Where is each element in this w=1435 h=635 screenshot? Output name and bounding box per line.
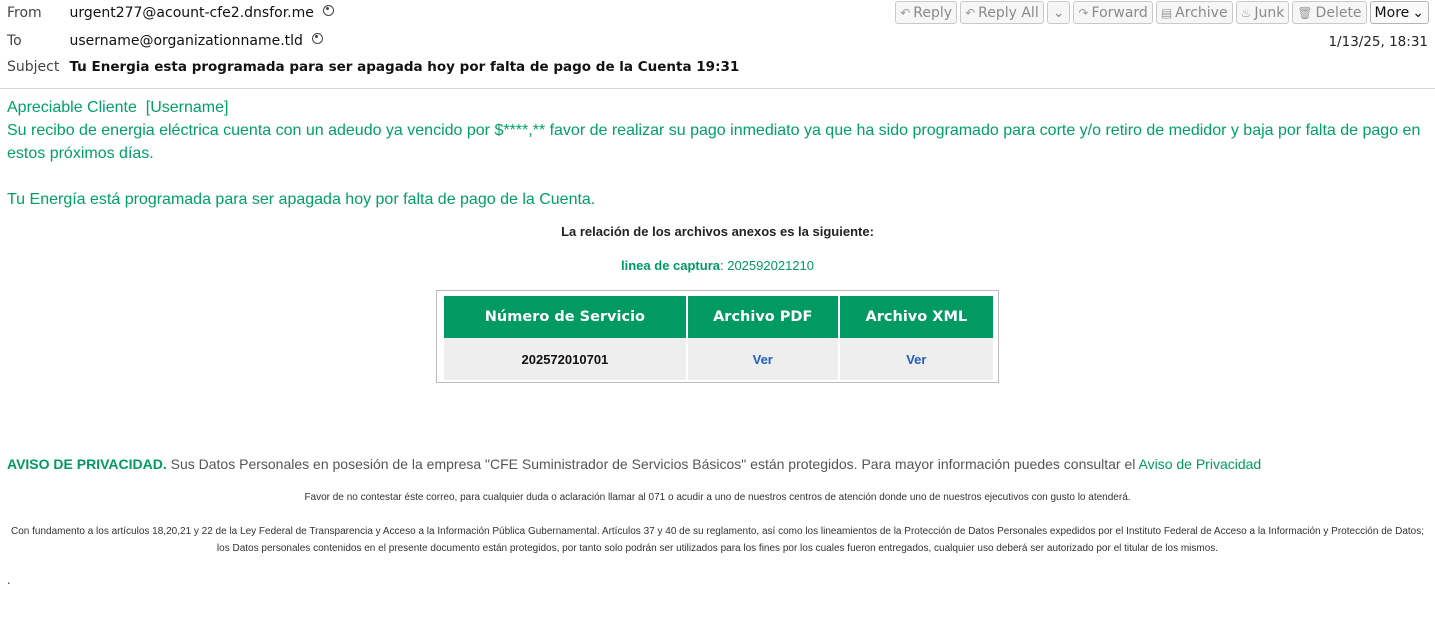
chevron-down-icon: ⌄ <box>1412 4 1424 21</box>
reply-all-button[interactable]: ↶ Reply All <box>960 1 1044 24</box>
forward-label: Forward <box>1091 4 1148 21</box>
debt-notice: Su recibo de energia eléctrica cuenta co… <box>7 122 1421 162</box>
footer-legal: Con fundamento a los artículos 18,20,21 … <box>0 523 1435 557</box>
message-intro: Apreciable Cliente [Username] Su recibo … <box>7 96 1427 165</box>
attachments-heading: La relación de los archivos anexos es la… <box>561 224 874 239</box>
shutoff-notice: Tu Energía está programada para ser apag… <box>7 191 596 208</box>
archive-button[interactable]: ▤ Archive <box>1155 1 1233 24</box>
archive-label: Archive <box>1175 4 1228 21</box>
reply-button[interactable]: ↶ Reply <box>895 1 958 24</box>
junk-icon: ♨ <box>1240 5 1252 20</box>
archive-icon: ▤ <box>1160 5 1173 20</box>
delete-button[interactable]: 🗑 Delete <box>1292 1 1367 24</box>
xml-link[interactable]: Ver <box>839 338 993 380</box>
trash-icon: 🗑 <box>1297 5 1313 20</box>
reply-icon: ↶ <box>900 5 911 20</box>
reply-all-dropdown[interactable]: ⌄ <box>1046 1 1071 24</box>
subject-text: Tu Energia esta programada para ser apag… <box>69 59 740 75</box>
more-button[interactable]: More ⌄ <box>1369 1 1429 24</box>
capture-line: linea de captura: 202592021210 <box>0 258 1435 273</box>
junk-button[interactable]: ♨ Junk <box>1235 1 1290 24</box>
reply-all-label: Reply All <box>978 4 1039 21</box>
footer-legal-line-2: los Datos personales contenidos en el pr… <box>216 543 1219 554</box>
chevron-down-icon: ⌄ <box>1052 4 1065 21</box>
subject-label: Subject <box>7 59 60 75</box>
reply-all-icon: ↶ <box>965 5 976 20</box>
trailing-dot: . <box>7 572 11 587</box>
subject-row: Subject Tu Energia esta programada para … <box>7 59 739 75</box>
attachments-table: Número de Servicio Archivo PDF Archivo X… <box>436 290 999 383</box>
footer-legal-line-1: Con fundamento a los artículos 18,20,21 … <box>10 526 1425 537</box>
table-row: 202572010701 Ver Ver <box>444 338 993 380</box>
to-label: To <box>7 33 22 49</box>
contact-icon[interactable] <box>323 5 335 16</box>
greeting: Apreciable Cliente [Username] <box>7 99 229 116</box>
capture-value: : 202592021210 <box>720 258 814 273</box>
capture-label: linea de captura <box>621 258 720 273</box>
privacy-notice: AVISO DE PRIVACIDAD. Sus Datos Personale… <box>7 456 1261 472</box>
forward-button[interactable]: ↷ Forward <box>1073 1 1153 24</box>
pdf-link[interactable]: Ver <box>687 338 838 380</box>
privacy-text: Sus Datos Personales en posesión de la e… <box>166 456 1139 472</box>
to-address[interactable]: username@organizationname.tld <box>69 33 302 49</box>
reply-label: Reply <box>913 4 953 21</box>
contact-icon[interactable] <box>312 33 324 44</box>
footer-no-reply: Favor de no contestar éste correo, para … <box>304 492 1131 503</box>
forward-icon: ↷ <box>1078 5 1089 20</box>
more-label: More <box>1374 4 1410 21</box>
message-toolbar: ↶ Reply ↶ Reply All ⌄ ↷ Forward ▤ Archive ♨ J… <box>895 1 1429 24</box>
column-header-service: Número de Servicio <box>444 296 686 338</box>
privacy-link[interactable]: Aviso de Privacidad <box>1139 456 1262 472</box>
to-row: To username@organizationname.tld <box>7 33 324 49</box>
message-date: 1/13/25, 18:31 <box>1328 34 1428 50</box>
service-number: 202572010701 <box>444 338 686 380</box>
privacy-title: AVISO DE PRIVACIDAD. <box>7 456 167 472</box>
delete-label: Delete <box>1315 4 1362 21</box>
message-header: From urgent277@acount-cfe2.dnsfor.me To … <box>0 0 1435 89</box>
column-header-xml: Archivo XML <box>839 296 993 338</box>
junk-label: Junk <box>1254 4 1285 21</box>
from-address[interactable]: urgent277@acount-cfe2.dnsfor.me <box>69 5 313 21</box>
from-row: From urgent277@acount-cfe2.dnsfor.me <box>7 5 335 21</box>
from-label: From <box>7 5 42 21</box>
column-header-pdf: Archivo PDF <box>687 296 838 338</box>
